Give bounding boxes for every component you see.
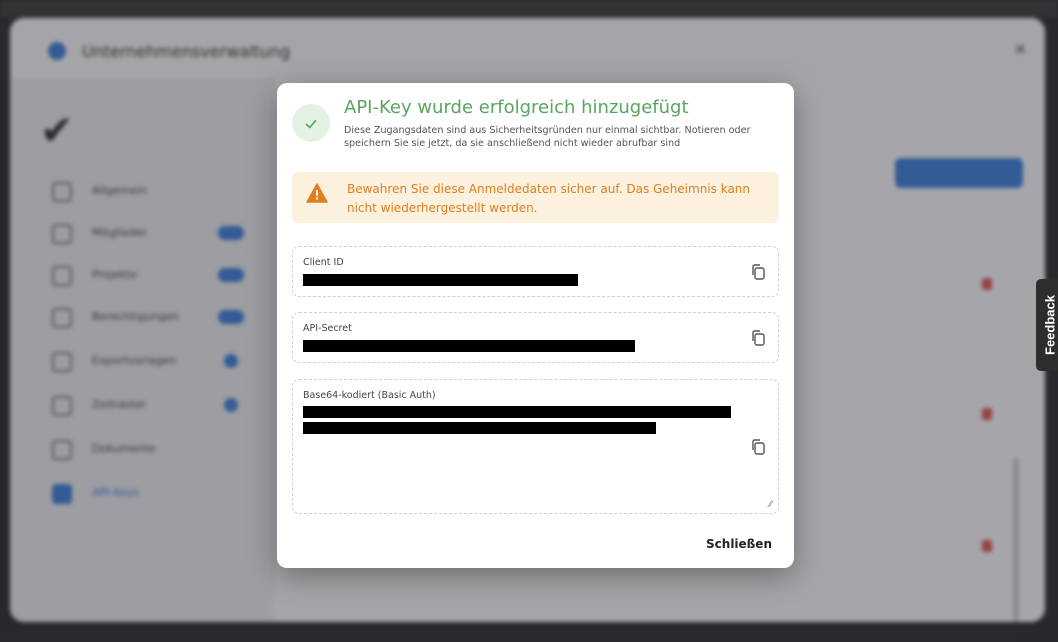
client-id-field[interactable]: Client ID — [292, 246, 779, 297]
copy-api-secret-icon[interactable] — [750, 329, 766, 347]
warning-text: Bewahren Sie diese Anmeldedaten sicher a… — [347, 182, 751, 215]
base64-value-line-2-redacted — [303, 422, 656, 434]
dialog-subtitle: Diese Zugangsdaten sind aus Sicherheitsg… — [344, 125, 751, 149]
client-id-label: Client ID — [303, 257, 344, 268]
api-secret-label: API-Secret — [303, 323, 352, 334]
success-check-icon — [292, 104, 330, 142]
warning-alert: Bewahren Sie diese Anmeldedaten sicher a… — [292, 172, 779, 223]
copy-base64-icon[interactable] — [750, 438, 766, 456]
api-key-created-dialog: API-Key wurde erfolgreich hinzugefügt Di… — [277, 83, 794, 568]
api-secret-field[interactable]: API-Secret — [292, 312, 779, 363]
close-button[interactable]: Schließen — [706, 537, 772, 551]
feedback-label: Feedback — [1042, 295, 1058, 355]
api-secret-value-redacted — [303, 340, 635, 352]
copy-client-id-icon[interactable] — [750, 263, 766, 281]
feedback-tab[interactable]: Feedback — [1036, 279, 1058, 371]
warning-icon — [306, 183, 328, 203]
dialog-title: API-Key wurde erfolgreich hinzugefügt — [344, 97, 689, 118]
base64-label: Base64-kodiert (Basic Auth) — [303, 390, 436, 401]
base64-value-line-1-redacted — [303, 406, 731, 418]
resize-grip-icon[interactable]: ⁄⁄ — [769, 500, 772, 510]
client-id-value-redacted — [303, 274, 578, 286]
base64-textarea[interactable]: Base64-kodiert (Basic Auth) ⁄⁄ — [292, 379, 779, 514]
